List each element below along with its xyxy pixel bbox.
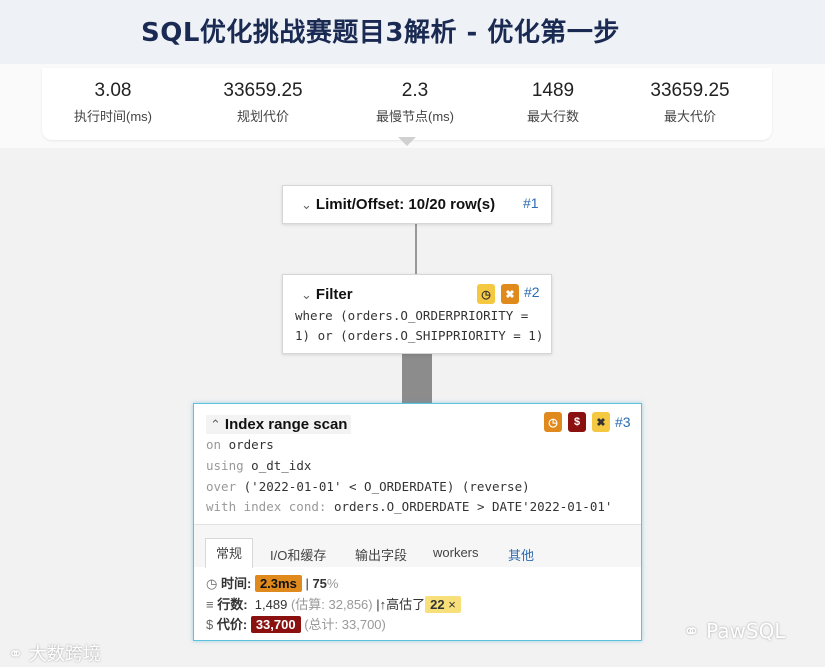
plan-node-limit[interactable]: ⌄ Limit/Offset: 10/20 row(s) #1 (282, 185, 552, 224)
scan-cond-line: with index cond: orders.O_ORDERDATE > DA… (206, 499, 612, 514)
stat-label: 最慢节点(ms) (376, 109, 454, 124)
stat-value: 33659.25 (650, 80, 730, 101)
rows-estimate: (估算: 32,856) (290, 597, 373, 612)
node-title: Limit/Offset: 10/20 row(s) (315, 196, 496, 213)
tab-other[interactable]: 其他 (508, 545, 534, 567)
thumbs-down-icon[interactable]: ✖ (592, 412, 610, 432)
stat-label: 最大代价 (663, 109, 716, 124)
overestimate-text: 高估了 (386, 597, 426, 612)
tab-output-fields[interactable]: 输出字段 (355, 545, 407, 567)
node-detail-tabs: 常规 I/O和缓存 输出字段 workers 其他 (194, 524, 641, 568)
stat-label: 规划代价 (236, 109, 289, 124)
time-label: 时间: (220, 576, 252, 591)
dollar-icon[interactable]: $ (568, 412, 586, 432)
cost-total: (总计: 33,700) (304, 617, 386, 632)
clock-icon[interactable]: ◷ (544, 412, 562, 432)
time-row: ◷ 时间: 2.3ms | 75% (206, 573, 338, 592)
stat-plan-cost: 33659.25 规划代价 (193, 80, 333, 125)
filter-condition-line-1: where (orders.O_ORDERPRIORITY = (295, 308, 529, 323)
stat-max-rows: 1489 最大行数 (483, 80, 623, 125)
stats-card: 3.08 执行时间(ms) 33659.25 规划代价 2.3 最慢节点(ms)… (42, 68, 772, 140)
stat-exec-time: 3.08 执行时间(ms) (43, 80, 183, 125)
index-name: o_dt_idx (251, 458, 312, 473)
table-name: orders (228, 437, 274, 452)
scan-using-line: using o_dt_idx (206, 458, 311, 473)
filter-condition-line-2: 1) or (orders.O_SHIPPRIORITY = 1) (295, 328, 544, 343)
index-condition: orders.O_ORDERDATE > DATE'2022-01-01' (333, 499, 613, 514)
node-title: Index range scan (224, 416, 348, 433)
time-percent: 75 (312, 576, 327, 591)
dollar-icon: $ (206, 617, 214, 632)
stat-value: 2.3 (401, 80, 429, 101)
keyword: using (206, 458, 244, 473)
node-id[interactable]: #2 (524, 284, 540, 300)
cost-row: $ 代价: 33,700 (总计: 33,700) (206, 614, 386, 633)
watermark-text: PawSQL (706, 619, 786, 643)
watermark-right: ⚭ PawSQL (683, 619, 785, 643)
stat-value: 1489 (531, 80, 575, 101)
separator: | (305, 576, 309, 591)
edge-filter-scan (402, 352, 432, 404)
cost-value-badge: 33,700 (250, 616, 301, 633)
chevron-up-icon[interactable]: ⌃ (210, 417, 221, 432)
stat-label: 最大行数 (526, 109, 579, 124)
watermark-text: 大数跨境 (28, 644, 101, 665)
wechat-icon: ⚭ (683, 619, 700, 643)
thumbs-down-icon[interactable]: ✖ (501, 284, 519, 304)
keyword: on (206, 437, 222, 452)
chevron-down-icon[interactable]: ⌄ (301, 197, 312, 212)
clock-icon[interactable]: ◷ (477, 284, 495, 304)
scan-on-line: on orders (206, 437, 274, 452)
times-sign: × (448, 597, 456, 612)
scan-over-line: over ('2022-01-01' < O_ORDERDATE) (rever… (206, 479, 530, 494)
stat-slowest-node: 2.3 最慢节点(ms) (345, 80, 485, 125)
plan-node-filter[interactable]: ⌄ Filter ◷ ✖ #2 where (orders.O_ORDERPRIO… (282, 274, 552, 354)
stats-bar: 3.08 执行时间(ms) 33659.25 规划代价 2.3 最慢节点(ms)… (0, 64, 825, 148)
rows-value: 1,489 (254, 597, 288, 612)
stat-value: 33659.25 (223, 80, 303, 101)
rows-row: ≡ 行数: 1,489 (估算: 32,856) |↑高估了 22 × (206, 594, 461, 613)
stats-collapse-caret[interactable] (398, 137, 416, 146)
keyword: with index cond: (206, 499, 327, 514)
edge-limit-filter (415, 222, 417, 276)
watermark-logo-icon: ⚭ (8, 644, 24, 665)
percent-sign: % (326, 576, 339, 591)
range-condition: ('2022-01-01' < O_ORDERDATE) (reverse) (243, 479, 530, 494)
tab-io-cache[interactable]: I/O和缓存 (270, 545, 326, 567)
stat-max-cost: 33659.25 最大代价 (620, 80, 760, 125)
keyword: over (206, 479, 237, 494)
watermark-left: ⚭ 大数跨境 (8, 640, 101, 666)
node-title: Filter (315, 286, 353, 303)
stat-label: 执行时间(ms) (74, 109, 152, 124)
stat-value: 3.08 (94, 80, 132, 101)
cost-label: 代价: (216, 617, 248, 632)
rows-label: 行数: (217, 597, 248, 612)
node-id[interactable]: #1 (523, 195, 539, 211)
list-icon: ≡ (206, 597, 214, 612)
node-id[interactable]: #3 (615, 414, 631, 430)
plan-node-index-range-scan[interactable]: ⌃ Index range scan ◷ $ ✖ #3 on orders usi… (193, 403, 642, 641)
overestimate-factor: 22 (430, 597, 445, 612)
page-title: SQL优化挑战赛题目3解析 - 优化第一步 (141, 18, 620, 48)
tab-general[interactable]: 常规 (205, 538, 254, 568)
clock-icon: ◷ (206, 576, 218, 591)
time-value-badge: 2.3ms (254, 575, 302, 592)
chevron-down-icon[interactable]: ⌄ (301, 287, 312, 302)
page-header: SQL优化挑战赛题目3解析 - 优化第一步 (0, 0, 825, 64)
overestimate-factor-badge: 22 × (425, 596, 461, 613)
tab-workers[interactable]: workers (433, 545, 479, 567)
